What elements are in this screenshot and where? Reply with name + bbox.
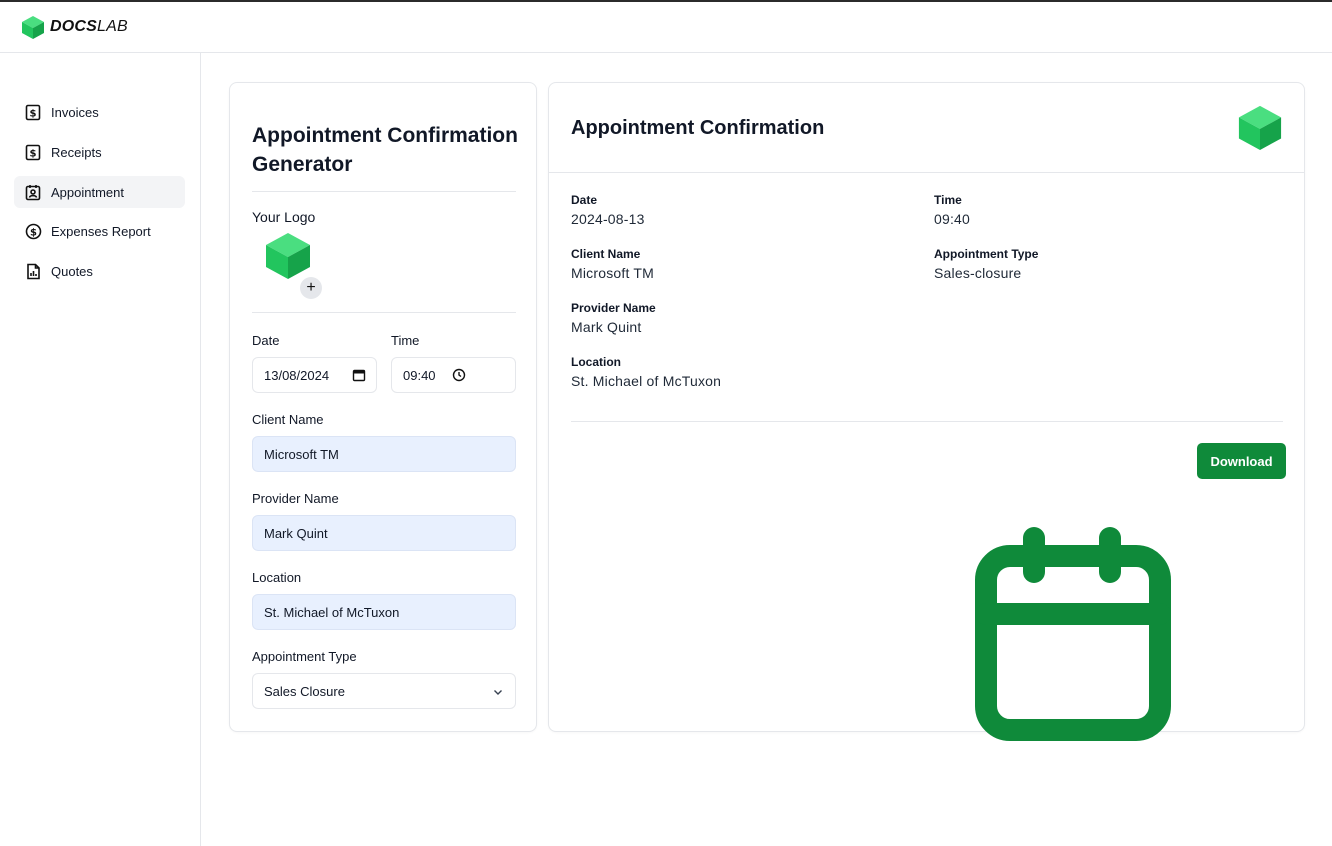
client-name-value: Microsoft TM: [264, 446, 339, 462]
contact-card-icon: [24, 183, 42, 201]
sidebar-item-label: Receipts: [51, 144, 102, 160]
preview-title: Appointment Confirmation: [571, 117, 825, 139]
brand-logo[interactable]: DOCSLAB: [21, 15, 128, 39]
date-input[interactable]: 13/08/2024: [252, 357, 377, 393]
preview-provider-label: Provider Name: [571, 301, 656, 315]
confirmation-preview-card: Appointment Confirmation Date 2024-08-13…: [548, 82, 1305, 732]
receipt-dollar-icon: $: [24, 143, 42, 161]
client-name-label: Client Name: [252, 412, 324, 427]
form-title: Appointment Confirmation Generator: [252, 124, 518, 176]
preview-client-label: Client Name: [571, 247, 641, 261]
sidebar-item-label: Quotes: [51, 263, 93, 279]
preview-logo: [1237, 104, 1283, 150]
cube-logo-icon: [22, 16, 44, 39]
brand-name-light: LAB: [97, 18, 128, 35]
cube-logo-icon: [266, 233, 310, 279]
app-header: DOCSLAB: [0, 2, 1332, 53]
divider: [571, 421, 1283, 422]
cube-logo-icon: [1238, 105, 1282, 150]
sidebar-item-label: Invoices: [51, 104, 99, 120]
preview-time-label: Time: [934, 193, 962, 207]
preview-provider-value: Mark Quint: [571, 319, 642, 335]
provider-name-label: Provider Name: [252, 491, 339, 506]
preview-location-label: Location: [571, 355, 621, 369]
svg-text:$: $: [30, 227, 37, 238]
location-label: Location: [252, 570, 302, 585]
appointment-type-select[interactable]: Sales Closure: [252, 673, 516, 709]
preview-time-value: 09:40: [934, 211, 971, 227]
preview-header: Appointment Confirmation: [549, 83, 1304, 173]
sidebar-item-invoices[interactable]: $ Invoices: [14, 96, 185, 128]
divider: [252, 191, 516, 192]
sidebar-item-receipts[interactable]: $ Receipts: [14, 136, 185, 168]
sidebar-item-label: Appointment: [51, 184, 124, 200]
add-logo-button[interactable]: +: [300, 277, 322, 299]
time-input-value: 09:40: [403, 367, 436, 383]
brand-name-bold: DOCS: [50, 18, 98, 35]
location-input[interactable]: St. Michael of McTuxon: [252, 594, 516, 630]
clock-icon[interactable]: [452, 368, 466, 382]
date-input-value: 13/08/2024: [264, 367, 330, 383]
appointment-type-value: Sales Closure: [264, 683, 345, 699]
calendar-icon: [975, 527, 1171, 741]
client-name-input[interactable]: Microsoft TM: [252, 436, 516, 472]
logo-label: Your Logo: [252, 209, 316, 225]
preview-type-value: Sales-closure: [934, 265, 1022, 281]
calendar-icon[interactable]: [352, 368, 366, 382]
dollar-circle-icon: $: [24, 222, 42, 240]
download-button[interactable]: Download: [1197, 443, 1286, 479]
svg-text:$: $: [30, 108, 37, 119]
date-label: Date: [252, 333, 280, 348]
divider: [252, 312, 516, 313]
preview-date-label: Date: [571, 193, 598, 207]
generator-form-card: Appointment Confirmation Generator Your …: [229, 82, 537, 732]
time-label: Time: [391, 333, 420, 348]
sidebar-item-expenses-report[interactable]: $ Expenses Report: [14, 215, 185, 247]
time-input[interactable]: 09:40: [391, 357, 516, 393]
receipt-dollar-icon: $: [24, 103, 42, 121]
sidebar-item-label: Expenses Report: [51, 223, 151, 239]
provider-name-value: Mark Quint: [264, 525, 328, 541]
sidebar-item-quotes[interactable]: Quotes: [14, 255, 185, 287]
location-value: St. Michael of McTuxon: [264, 604, 400, 620]
preview-location-value: St. Michael of McTuxon: [571, 373, 722, 389]
appointment-type-label: Appointment Type: [252, 649, 357, 664]
logo-upload-preview[interactable]: [264, 231, 312, 279]
document-chart-icon: [24, 262, 42, 280]
preview-type-label: Appointment Type: [934, 247, 1039, 261]
chevron-down-icon: [494, 690, 502, 695]
provider-name-input[interactable]: Mark Quint: [252, 515, 516, 551]
sidebar-item-appointment[interactable]: Appointment: [14, 176, 185, 208]
preview-client-value: Microsoft TM: [571, 265, 655, 281]
preview-date-value: 2024-08-13: [571, 211, 645, 227]
svg-text:$: $: [30, 148, 37, 159]
sidebar: $ Invoices $ Receipts Appointment $ Expe…: [0, 53, 201, 846]
